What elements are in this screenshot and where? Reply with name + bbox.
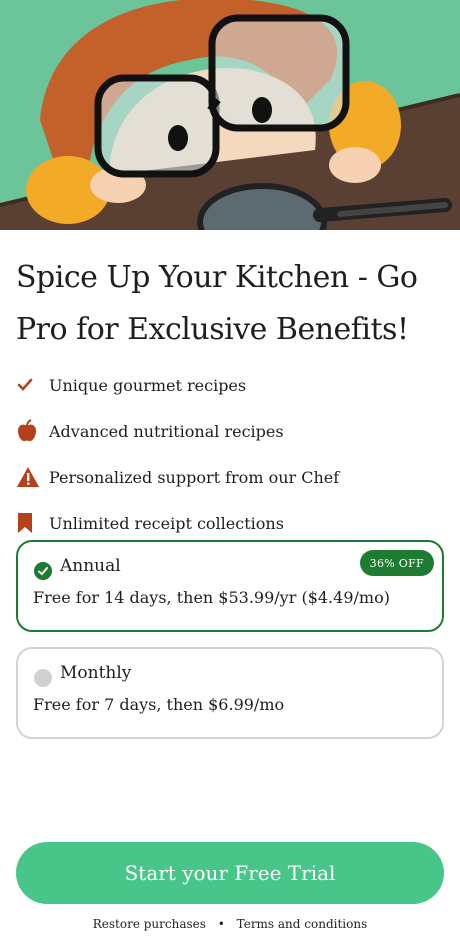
- page-title: Spice Up Your Kitchen - Go Pro for Exclu…: [16, 260, 418, 347]
- feature-label: Advanced nutritional recipes: [49, 421, 284, 441]
- start-free-trial-button[interactable]: Start your Free Trial: [16, 842, 444, 904]
- feature-list: Unique gourmet recipes Advanced nutritio…: [16, 362, 446, 546]
- terms-link[interactable]: Terms and conditions: [237, 917, 368, 931]
- hero-illustration: [0, 0, 460, 230]
- feature-item: Personalized support from our Chef: [16, 454, 446, 500]
- feature-item: Unique gourmet recipes: [16, 362, 446, 408]
- plan-name: Annual: [60, 556, 121, 576]
- radio-checked-icon[interactable]: [34, 562, 52, 580]
- discount-badge: 36% OFF: [359, 550, 434, 576]
- apple-icon: [16, 418, 42, 444]
- feature-label: Unlimited receipt collections: [49, 513, 284, 533]
- separator-dot: •: [217, 917, 225, 931]
- plan-option-monthly[interactable]: Monthly Free for 7 days, then $6.99/mo: [16, 647, 444, 739]
- plan-description: Free for 7 days, then $6.99/mo: [33, 695, 285, 714]
- warning-icon: [16, 464, 42, 490]
- hero-image: [0, 0, 460, 230]
- footer-links: Restore purchases • Terms and conditions: [0, 917, 460, 931]
- plan-option-annual[interactable]: Annual 36% OFF Free for 14 days, then $5…: [16, 540, 444, 632]
- feature-label: Personalized support from our Chef: [49, 467, 340, 487]
- check-icon: [16, 372, 42, 398]
- feature-item: Advanced nutritional recipes: [16, 408, 446, 454]
- radio-unchecked-icon[interactable]: [34, 669, 52, 687]
- bookmark-icon: [16, 510, 42, 536]
- plan-name: Monthly: [60, 663, 132, 683]
- feature-label: Unique gourmet recipes: [49, 375, 247, 395]
- plan-description: Free for 14 days, then $53.99/yr ($4.49/…: [33, 588, 390, 607]
- restore-purchases-link[interactable]: Restore purchases: [93, 917, 206, 931]
